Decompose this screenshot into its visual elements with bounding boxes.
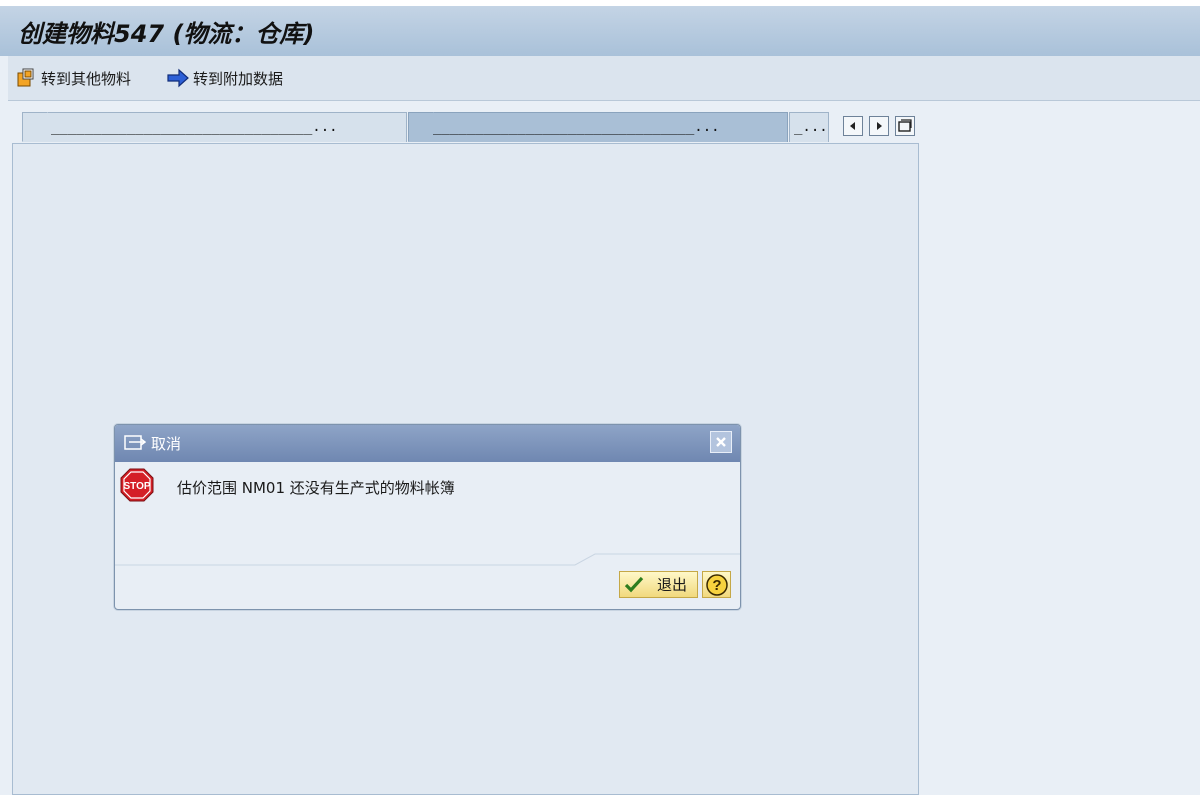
window-title: 创建物料547 (物流：仓库) xyxy=(18,20,315,48)
triangle-right-icon xyxy=(877,122,882,130)
tab-1[interactable]: _______________________________... xyxy=(22,112,407,142)
tab-list-button[interactable] xyxy=(895,116,915,136)
arrow-right-icon xyxy=(167,68,189,88)
triangle-left-icon xyxy=(850,122,855,130)
goto-additional-data-label: 转到附加数据 xyxy=(193,69,284,88)
dialog-title: 取消 xyxy=(151,435,182,453)
help-button[interactable]: ? xyxy=(702,571,731,598)
dialog-close-button[interactable] xyxy=(710,431,732,453)
cancel-dialog: 取消 STOP 估价范围 NM01 还没有生产式的物料帐簿 退出 ? xyxy=(114,424,741,610)
tab-strip: _______________________________... _____… xyxy=(12,112,920,144)
stop-icon: STOP xyxy=(120,468,154,502)
tab-3[interactable]: _... xyxy=(789,112,829,142)
dialog-message: 估价范围 NM01 还没有生产式的物料帐簿 xyxy=(177,479,455,497)
goto-other-material-button[interactable]: 转到其他物料 xyxy=(16,66,131,90)
goto-other-material-label: 转到其他物料 xyxy=(41,69,132,88)
title-bar: 创建物料547 (物流：仓库) xyxy=(0,0,1200,56)
svg-text:?: ? xyxy=(712,577,721,594)
tab-2-label: _______________________________... xyxy=(433,119,720,135)
dialog-title-bar: 取消 xyxy=(115,425,740,462)
tab-1-label: _______________________________... xyxy=(51,119,338,135)
scroll-tabs-left-button[interactable] xyxy=(843,116,863,136)
help-icon: ? xyxy=(705,573,728,596)
left-strip xyxy=(0,56,8,795)
tab-2-active[interactable]: _______________________________... xyxy=(408,112,788,142)
application-toolbar: 转到其他物料 转到附加数据 xyxy=(8,56,1200,101)
checkmark-icon xyxy=(624,576,644,592)
other-material-icon xyxy=(17,68,34,87)
window-icon xyxy=(124,435,146,450)
goto-additional-data-button[interactable]: 转到附加数据 xyxy=(166,66,283,90)
scroll-tabs-right-button[interactable] xyxy=(869,116,889,136)
close-icon xyxy=(716,437,726,447)
exit-button-label: 退出 xyxy=(657,576,688,594)
tab-list-icon xyxy=(898,119,912,132)
dialog-footer-divider xyxy=(115,553,740,566)
stop-icon-text: STOP xyxy=(123,481,150,492)
tab-3-label: _... xyxy=(794,119,828,135)
exit-button[interactable]: 退出 xyxy=(619,571,698,598)
